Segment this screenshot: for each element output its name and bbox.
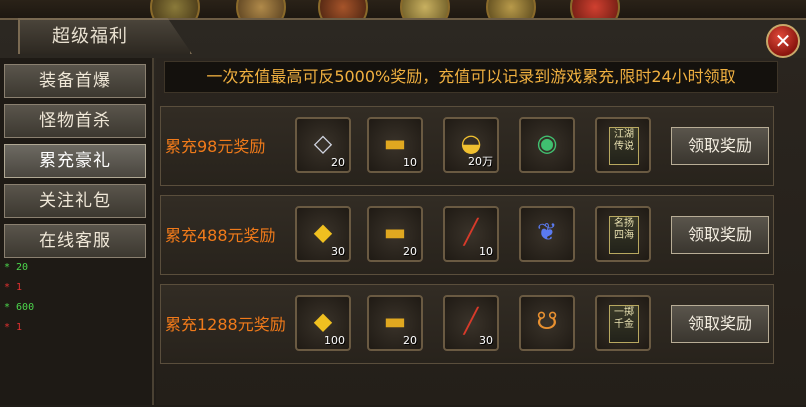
gold-ticket-icon: ◆ bbox=[313, 218, 333, 246]
reward-slot[interactable]: ╱ 10 bbox=[443, 206, 499, 262]
sidebar-item-cumulative-recharge[interactable]: 累充豪礼 bbox=[4, 144, 146, 178]
item-count: 100 bbox=[324, 334, 345, 347]
item-count: 30 bbox=[331, 245, 345, 258]
reward-row-1288: 累充1288元奖励 ◆ 100 ▬ 20 ╱ 30 ☋ 一掷千金 领取奖励 bbox=[160, 284, 774, 364]
item-count: 20 bbox=[331, 156, 345, 169]
reward-slot[interactable]: 江湖传说 bbox=[595, 117, 651, 173]
gold-bar-icon: ▬ bbox=[383, 307, 407, 335]
jade-amulet-icon: ◉ bbox=[536, 129, 558, 157]
sidebar-item-monster-first-kill[interactable]: 怪物首杀 bbox=[4, 104, 146, 138]
content-panel: 一次充值最高可反5000%奖励，充值可以记录到游戏累充,限时24小时领取 累充9… bbox=[156, 58, 806, 405]
gold-bar-icon: ▬ bbox=[383, 218, 407, 246]
blue-dragon-icon: ❦ bbox=[536, 218, 558, 246]
item-count: 20 bbox=[403, 245, 417, 258]
reward-row-488: 累充488元奖励 ◆ 30 ▬ 20 ╱ 10 ❦ 名扬四海 领取奖励 bbox=[160, 195, 774, 275]
claim-reward-button[interactable]: 领取奖励 bbox=[671, 305, 769, 343]
reward-slot[interactable]: ◆ 30 bbox=[295, 206, 351, 262]
item-count: 20万 bbox=[468, 155, 493, 168]
promo-banner: 一次充值最高可反5000%奖励，充值可以记录到游戏累充,限时24小时领取 bbox=[164, 61, 778, 93]
log-line: * 1 bbox=[4, 322, 23, 333]
close-icon: ✕ bbox=[774, 29, 792, 53]
reward-slot[interactable]: ◒ 20万 bbox=[443, 117, 499, 173]
title-plaque-icon: 一掷千金 bbox=[609, 305, 639, 343]
reward-slot[interactable]: ◇ 20 bbox=[295, 117, 351, 173]
reward-slot[interactable]: ▬ 20 bbox=[367, 206, 423, 262]
reward-slot[interactable]: ◉ bbox=[519, 117, 575, 173]
log-line: * 20 bbox=[4, 262, 29, 273]
scroll-icon: ╱ bbox=[463, 307, 479, 335]
reward-slot[interactable]: ◆ 100 bbox=[295, 295, 351, 351]
reward-slot[interactable]: ╱ 30 bbox=[443, 295, 499, 351]
reward-slot[interactable]: ▬ 10 bbox=[367, 117, 423, 173]
claim-reward-button[interactable]: 领取奖励 bbox=[671, 216, 769, 254]
scroll-icon: ╱ bbox=[463, 218, 479, 246]
reward-slot[interactable]: ❦ bbox=[519, 206, 575, 262]
claim-reward-button[interactable]: 领取奖励 bbox=[671, 127, 769, 165]
dialog-title: 超级福利 bbox=[52, 26, 128, 47]
log-line: * 1 bbox=[4, 282, 23, 293]
reward-tier-label: 累充1288元奖励 bbox=[165, 315, 286, 334]
title-plaque-icon: 江湖传说 bbox=[609, 127, 639, 165]
gold-ticket-icon: ◆ bbox=[313, 307, 333, 335]
sidebar: 装备首爆 怪物首杀 累充豪礼 关注礼包 在线客服 * 20 * 1 * 600 … bbox=[0, 58, 154, 405]
sidebar-item-online-support[interactable]: 在线客服 bbox=[4, 224, 146, 258]
reward-slot[interactable]: ☋ bbox=[519, 295, 575, 351]
silver-ticket-icon: ◇ bbox=[313, 129, 333, 157]
reward-slot[interactable]: 名扬四海 bbox=[595, 206, 651, 262]
reward-slot[interactable]: 一掷千金 bbox=[595, 295, 651, 351]
close-button[interactable]: ✕ bbox=[766, 24, 800, 58]
reward-slot[interactable]: ▬ 20 bbox=[367, 295, 423, 351]
title-plaque-icon: 名扬四海 bbox=[609, 216, 639, 254]
item-count: 20 bbox=[403, 334, 417, 347]
item-count: 10 bbox=[403, 156, 417, 169]
sidebar-item-equipment-first-drop[interactable]: 装备首爆 bbox=[4, 64, 146, 98]
reward-tier-label: 累充98元奖励 bbox=[165, 137, 266, 156]
reward-row-98: 累充98元奖励 ◇ 20 ▬ 10 ◒ 20万 ◉ 江湖传说 领取奖励 bbox=[160, 106, 774, 186]
item-count: 30 bbox=[479, 334, 493, 347]
reward-tier-label: 累充488元奖励 bbox=[165, 226, 276, 245]
gold-bar-icon: ▬ bbox=[383, 129, 407, 157]
gourd-icon: ☋ bbox=[536, 307, 558, 335]
log-line: * 600 bbox=[4, 302, 35, 313]
sidebar-item-follow-gift[interactable]: 关注礼包 bbox=[4, 184, 146, 218]
item-count: 10 bbox=[479, 245, 493, 258]
